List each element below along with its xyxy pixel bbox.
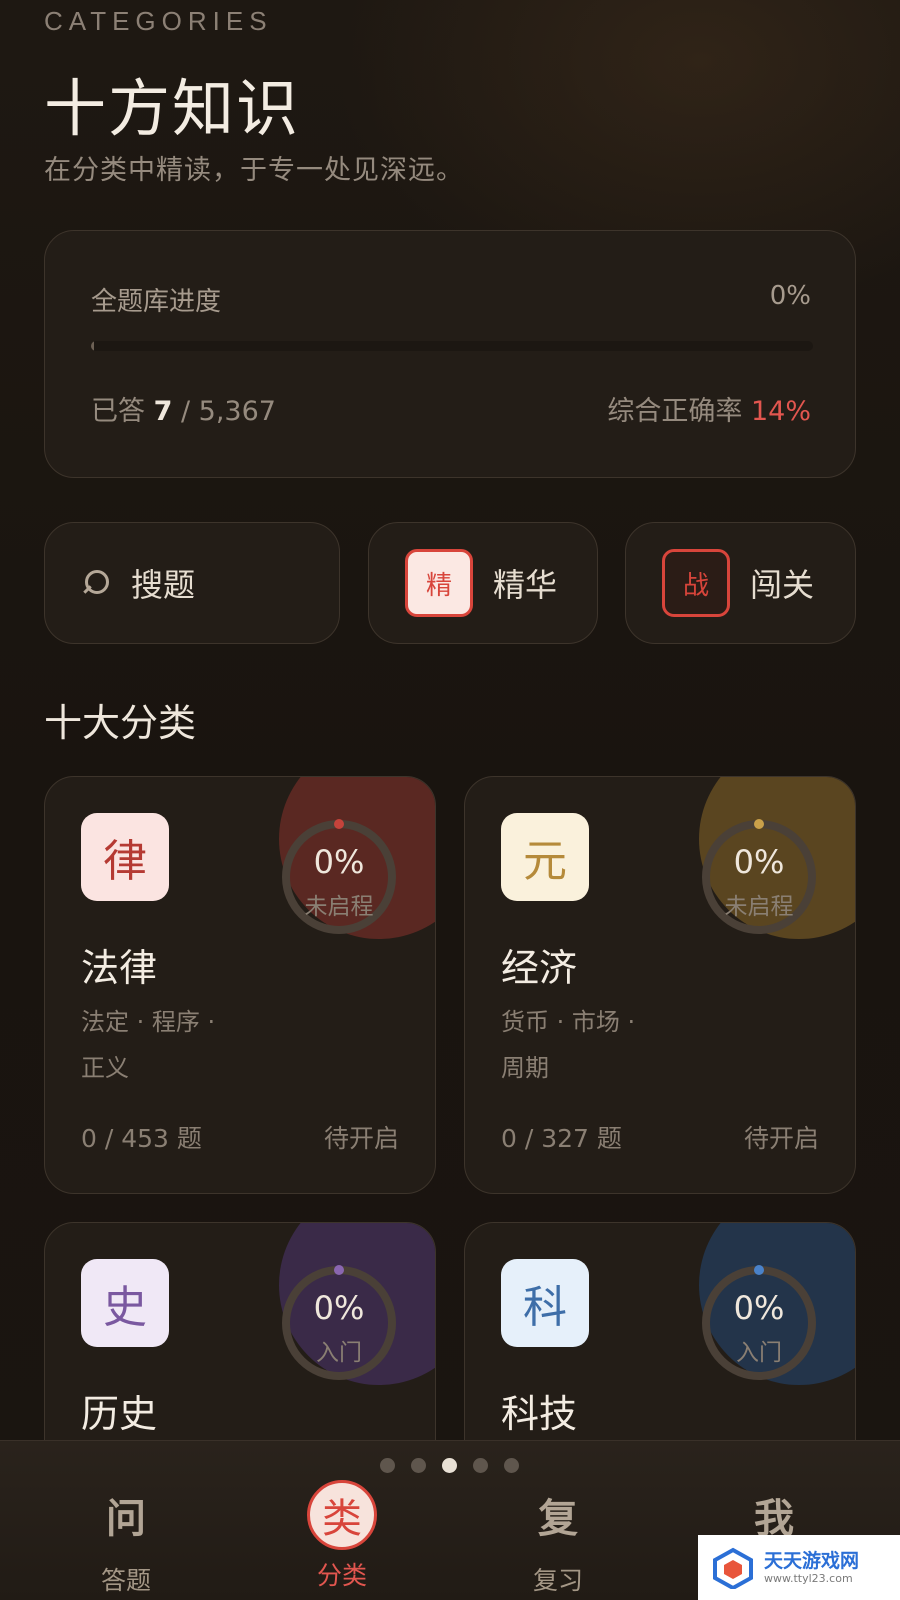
overall-progress-fill [91, 341, 94, 351]
nav-review-icon: 复 [538, 1495, 578, 1542]
category-progress-dot [334, 1265, 344, 1275]
category-question-count: 0 / 453 题 [81, 1124, 202, 1153]
section-title: 十大分类 [44, 701, 197, 745]
category-name: 经济 [501, 946, 578, 990]
category-tags-line: 正义 [81, 1054, 129, 1082]
watermark-url: www.ttyl23.com [764, 1572, 853, 1585]
pager-dots [380, 1458, 519, 1473]
search-button-label: 搜题 [131, 566, 196, 604]
watermark-logo-icon [713, 1547, 753, 1589]
category-name: 历史 [81, 1392, 158, 1436]
page-title: 十方知识 [44, 72, 301, 145]
accuracy-label: 综合正确率 [607, 396, 743, 427]
accuracy-rate: 14% [750, 396, 811, 427]
elite-button[interactable]: 精 精华 [368, 522, 598, 644]
pager-dot[interactable] [504, 1458, 519, 1473]
category-question-count: 0 / 327 题 [501, 1124, 622, 1153]
challenge-button-label: 闯关 [750, 566, 815, 604]
pager-dot[interactable] [411, 1458, 426, 1473]
category-tags: 货币 · 市场 · 周期 [501, 999, 701, 1091]
category-status: 未启程 [304, 894, 374, 920]
category-percent: 0% [313, 843, 365, 881]
category-icon: 史 [81, 1259, 169, 1347]
category-state: 待开启 [743, 1124, 819, 1153]
category-name: 法律 [81, 946, 158, 990]
category-card[interactable]: 0% 未启程 元经济货币 · 市场 · 周期 0 / 327 题 待开启 [464, 776, 856, 1194]
category-progress-dot [334, 819, 344, 829]
elite-button-label: 精华 [493, 566, 558, 604]
watermark: 天天游戏网 www.ttyl23.com [698, 1535, 900, 1600]
overall-progress-percent: 0% [769, 281, 811, 311]
nav-answer[interactable]: 问答题 [56, 1475, 196, 1597]
nav-categories[interactable]: 类分类 [272, 1475, 412, 1592]
category-percent: 0% [733, 843, 785, 881]
accuracy: 综合正确率 14% [607, 389, 811, 428]
answered-number: 7 [153, 396, 173, 427]
answered-count: 已答 7 / 5,367 [91, 389, 276, 428]
nav-answer-icon: 问 [106, 1495, 146, 1542]
nav-categories-label: 分类 [316, 1561, 367, 1590]
pager-dot[interactable] [473, 1458, 488, 1473]
category-tags-line: 周期 [501, 1054, 549, 1082]
category-progress-dot [754, 1265, 764, 1275]
watermark-text: 天天游戏网 [764, 1550, 860, 1572]
category-card[interactable]: 0% 未启程 律法律法定 · 程序 · 正义 0 / 453 题 待开启 [44, 776, 436, 1194]
category-tags-line: 货币 · 市场 · [501, 1008, 636, 1036]
overall-progress-label: 全题库进度 [91, 287, 222, 317]
nav-answer-label: 答题 [100, 1566, 151, 1595]
pager-dot[interactable] [442, 1458, 457, 1473]
page-subtitle: 在分类中精读，于专一处见深远。 [44, 155, 464, 186]
search-icon [81, 568, 111, 598]
category-percent: 0% [733, 1289, 785, 1327]
category-percent: 0% [313, 1289, 365, 1327]
search-button[interactable]: 搜题 [44, 522, 340, 644]
page-eyebrow: CATEGORIES [44, 6, 273, 36]
category-state: 待开启 [323, 1124, 399, 1153]
elite-badge-icon: 精 [405, 549, 473, 617]
category-icon: 科 [501, 1259, 589, 1347]
overall-progress-bar [91, 341, 813, 351]
category-progress-dot [754, 819, 764, 829]
category-tags: 法定 · 程序 · 正义 [81, 999, 281, 1091]
nav-review-label: 复习 [532, 1566, 583, 1595]
nav-review[interactable]: 复复习 [488, 1475, 628, 1597]
category-status: 入门 [736, 1340, 782, 1366]
overall-progress-card: 全题库进度 0% 已答 7 / 5,367 综合正确率 14% [44, 230, 856, 478]
category-name: 科技 [501, 1392, 578, 1436]
nav-categories-icon: 类 [307, 1480, 377, 1550]
category-icon: 律 [81, 813, 169, 901]
challenge-button[interactable]: 战 闯关 [625, 522, 856, 644]
category-icon: 元 [501, 813, 589, 901]
category-status: 入门 [316, 1340, 362, 1366]
category-status: 未启程 [724, 894, 794, 920]
challenge-badge-icon: 战 [662, 549, 730, 617]
answered-total: / 5,367 [180, 396, 276, 427]
pager-dot[interactable] [380, 1458, 395, 1473]
answered-prefix: 已答 [91, 396, 145, 427]
category-tags-line: 法定 · 程序 · [81, 1008, 216, 1036]
